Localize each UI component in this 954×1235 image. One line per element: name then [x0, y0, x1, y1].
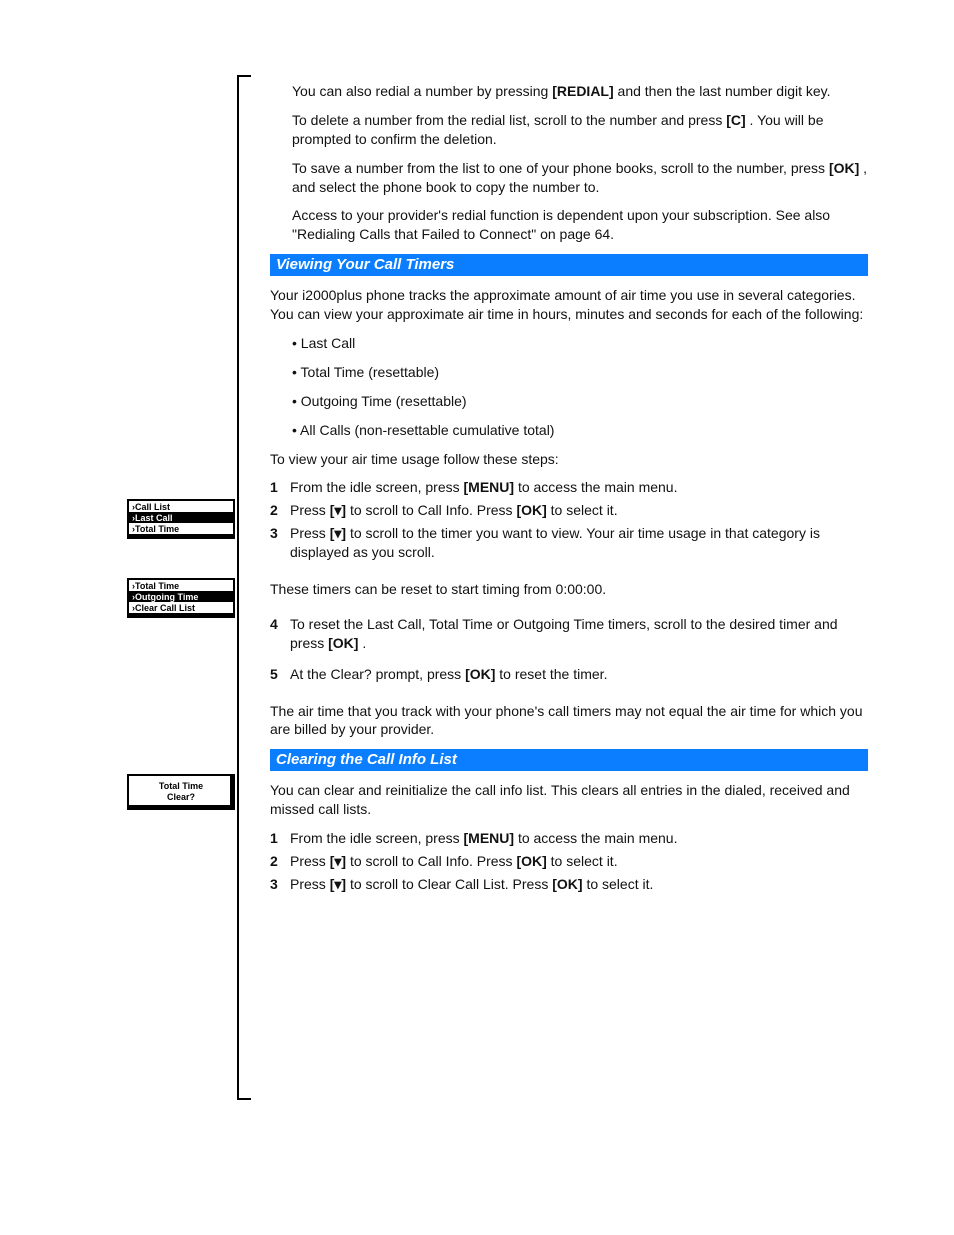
key-clear: [C] [726, 112, 745, 128]
para-timer-intro: Your i2000plus phone tracks the approxim… [270, 286, 875, 324]
lcd-screenshot-outgoing-time: ›Total Time ›Outgoing Time ›Clear Call L… [127, 578, 235, 618]
step-text: Press [▾] to scroll to Call Info. Press … [290, 501, 875, 520]
key-ok: [OK] [829, 160, 859, 176]
text: and then the last number digit key. [618, 83, 831, 99]
step-1b: 1 From the idle screen, press [MENU] to … [270, 829, 875, 848]
key-ok: [OK] [552, 876, 582, 892]
heading-clear-call-list: Clearing the Call Info List [270, 749, 868, 771]
text: Press [290, 853, 326, 869]
lcd-line: ›Total Time [129, 523, 233, 534]
step-5: 5 At the Clear? prompt, press [OK] to re… [270, 665, 875, 684]
key-ok: [OK] [328, 635, 358, 651]
key-redial: [REDIAL] [552, 83, 613, 99]
key-ok: [OK] [465, 666, 495, 682]
tip-save-number: To save a number from the list to one of… [292, 159, 875, 197]
tip-delete-number: To delete a number from the redial list,… [292, 111, 875, 149]
lcd-line: ›Total Time [129, 580, 233, 591]
text: At the Clear? prompt, press [290, 666, 461, 682]
bullet-total-time: • Total Time (resettable) [292, 363, 875, 382]
step-text: To reset the Last Call, Total Time or Ou… [290, 615, 875, 653]
step-3: 3 Press [▾] to scroll to the timer you w… [270, 524, 875, 562]
heading-call-timers: Viewing Your Call Timers [270, 254, 868, 276]
key-ok: [OK] [516, 502, 546, 518]
step-number: 2 [270, 501, 290, 520]
text: From the idle screen, press [290, 830, 460, 846]
step-text: From the idle screen, press [MENU] to ac… [290, 829, 875, 848]
text: to scroll to Call Info. Press [350, 502, 513, 518]
page-content: You can also redial a number by pressing… [270, 82, 875, 898]
lcd-line-selected: ›Last Call [129, 512, 233, 523]
text: to scroll to Clear Call List. Press [350, 876, 548, 892]
step-text: From the idle screen, press [MENU] to ac… [290, 478, 875, 497]
step-text: Press [▾] to scroll to Clear Call List. … [290, 875, 875, 894]
key-down: [▾] [330, 853, 346, 869]
text: . [362, 635, 366, 651]
step-number: 4 [270, 615, 290, 653]
text: to reset the timer. [499, 666, 607, 682]
step-2b: 2 Press [▾] to scroll to Call Info. Pres… [270, 852, 875, 871]
step-number: 3 [270, 524, 290, 562]
bullet-text: Last Call [301, 335, 355, 351]
key-down: [▾] [330, 502, 346, 518]
key-menu: [MENU] [464, 479, 515, 495]
step-1: 1 From the idle screen, press [MENU] to … [270, 478, 875, 497]
section-bracket [237, 75, 251, 1100]
lcd-line: ›Clear Call List [129, 602, 233, 613]
text: Access to your provider's redial functio… [292, 207, 830, 242]
text: Press [290, 502, 326, 518]
text: to access the main menu. [518, 479, 678, 495]
text: to scroll to the timer you want to view.… [290, 525, 820, 560]
note-subscription: Access to your provider's redial functio… [292, 206, 875, 244]
note-billing: The air time that you track with your ph… [270, 702, 875, 740]
text: To delete a number from the redial list,… [292, 112, 722, 128]
key-ok: [OK] [516, 853, 546, 869]
key-menu: [MENU] [464, 830, 515, 846]
text: to select it. [586, 876, 653, 892]
step-4: 4 To reset the Last Call, Total Time or … [270, 615, 875, 653]
bullet-text: Total Time (resettable) [301, 364, 440, 380]
note-resettable: These timers can be reset to start timin… [270, 580, 875, 599]
lcd-line-selected: ›Outgoing Time [129, 591, 233, 602]
text: to scroll to Call Info. Press [350, 853, 513, 869]
bullet-text: Outgoing Time (resettable) [301, 393, 467, 409]
text: Press [290, 525, 326, 541]
step-text: At the Clear? prompt, press [OK] to rese… [290, 665, 875, 684]
step-text: Press [▾] to scroll to the timer you wan… [290, 524, 875, 562]
lcd-screenshot-last-call: ›Call List ›Last Call ›Total Time [127, 499, 235, 539]
key-down: [▾] [330, 876, 346, 892]
text: Press [290, 876, 326, 892]
para-clear-intro: You can clear and reinitialize the call … [270, 781, 875, 819]
text: to access the main menu. [518, 830, 678, 846]
text: to select it. [551, 853, 618, 869]
step-number: 1 [270, 478, 290, 497]
step-number: 2 [270, 852, 290, 871]
lcd-screenshot-clear-prompt: Total Time Clear? [127, 774, 235, 810]
bullet-last-call: • Last Call [292, 334, 875, 353]
key-down: [▾] [330, 525, 346, 541]
lcd-line: ›Call List [129, 501, 233, 512]
text: to select it. [551, 502, 618, 518]
step-text: Press [▾] to scroll to Call Info. Press … [290, 852, 875, 871]
bullet-outgoing-time: • Outgoing Time (resettable) [292, 392, 875, 411]
lcd-line: Total Time [129, 781, 233, 792]
step-number: 3 [270, 875, 290, 894]
step-2: 2 Press [▾] to scroll to Call Info. Pres… [270, 501, 875, 520]
lcd-line: Clear? [129, 792, 233, 803]
text: To reset the Last Call, Total Time or Ou… [290, 616, 838, 651]
text: From the idle screen, press [290, 479, 460, 495]
text: You can also redial a number by pressing [292, 83, 548, 99]
bullet-all-calls: • All Calls (non-resettable cumulative t… [292, 421, 875, 440]
step-3b: 3 Press [▾] to scroll to Clear Call List… [270, 875, 875, 894]
step-number: 5 [270, 665, 290, 684]
para-view-airtime: To view your air time usage follow these… [270, 450, 875, 469]
tip-redial: You can also redial a number by pressing… [292, 82, 875, 101]
bullet-text: All Calls (non-resettable cumulative tot… [300, 422, 554, 438]
step-number: 1 [270, 829, 290, 848]
text: To save a number from the list to one of… [292, 160, 825, 176]
